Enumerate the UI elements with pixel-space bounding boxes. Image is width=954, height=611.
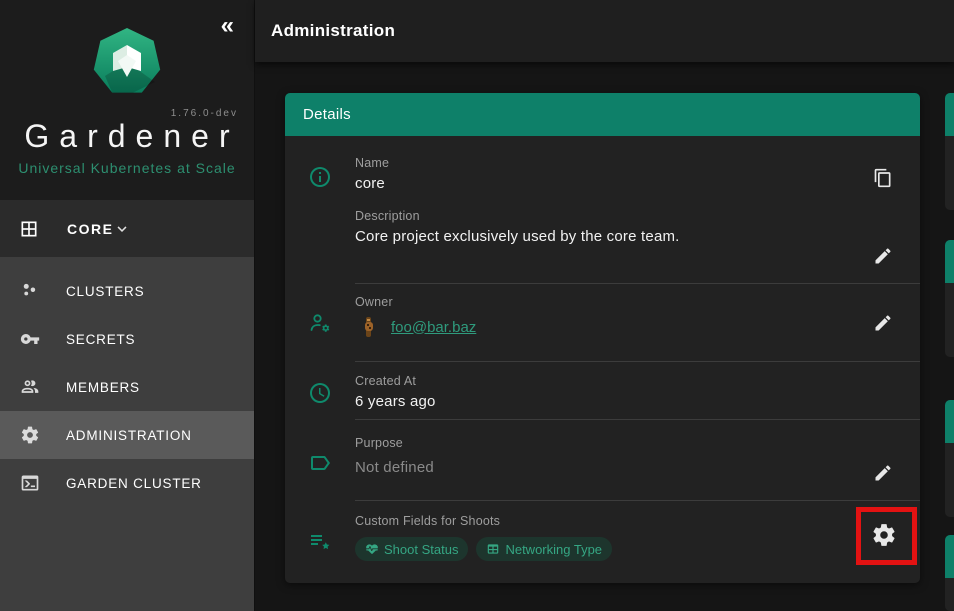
tag-icon: [285, 451, 355, 475]
topbar: Administration: [255, 0, 954, 62]
partial-card: [945, 93, 954, 210]
name-label: Name: [355, 156, 840, 170]
created-at-row: Created At 6 years ago: [285, 362, 920, 419]
configure-custom-fields-button[interactable]: [871, 521, 899, 549]
key-icon: [20, 329, 40, 349]
page-title: Administration: [271, 21, 395, 41]
manage-accounts-icon: [285, 311, 355, 335]
table-icon: [486, 542, 500, 556]
description-label: Description: [355, 209, 840, 223]
pencil-icon: [873, 313, 893, 333]
partial-card: [945, 535, 954, 611]
edit-description-button[interactable]: [873, 245, 895, 267]
details-card: Details Name core: [285, 93, 920, 583]
chip-label: Networking Type: [505, 542, 602, 557]
info-icon: [285, 165, 355, 189]
sidebar-item-members[interactable]: MEMBERS: [0, 363, 254, 411]
purpose-value: Not defined: [355, 459, 840, 476]
sidebar-item-clusters[interactable]: CLUSTERS: [0, 267, 254, 315]
brand-title: Gardener: [0, 118, 254, 155]
partial-card: [945, 240, 954, 357]
grid-icon: [19, 219, 39, 239]
app-window: « 1.76.0-dev Gardener Universal Kubernet…: [0, 0, 954, 611]
partial-card-header: [945, 240, 954, 283]
brand-tagline: Universal Kubernetes at Scale: [0, 160, 254, 176]
created-at-label: Created At: [355, 374, 840, 388]
gardener-logo: [91, 26, 163, 98]
sidebar-item-label: SECRETS: [66, 332, 135, 347]
project-name-label: CORE: [67, 221, 113, 237]
partial-card-body: [945, 136, 954, 210]
copy-icon: [873, 168, 893, 188]
purpose-label: Purpose: [355, 436, 840, 450]
sidebar-item-garden-cluster[interactable]: GARDEN CLUSTER: [0, 459, 254, 507]
partial-card-body: [945, 578, 954, 611]
brand-area: « 1.76.0-dev Gardener Universal Kubernet…: [0, 0, 254, 200]
main-area: Administration Details: [255, 0, 954, 611]
partial-card-body: [945, 443, 954, 517]
custom-fields-label: Custom Fields for Shoots: [355, 514, 840, 528]
partial-card-body: [945, 283, 954, 357]
description-value: Core project exclusively used by the cor…: [355, 228, 840, 245]
heart-pulse-icon: [365, 542, 379, 556]
chip-shoot-status[interactable]: Shoot Status: [355, 537, 468, 561]
partial-card-header: [945, 93, 954, 136]
content-area: Details Name core: [255, 62, 954, 611]
owner-email-link[interactable]: foo@bar.baz: [391, 319, 476, 336]
clock-icon: [285, 381, 355, 405]
sidebar-item-label: ADMINISTRATION: [66, 428, 192, 443]
playlist-star-icon: [285, 530, 355, 554]
sidebar-project-selector[interactable]: CORE: [0, 200, 254, 257]
pencil-icon: [873, 246, 893, 266]
partial-card-header: [945, 400, 954, 443]
sidebar-item-label: GARDEN CLUSTER: [66, 476, 202, 491]
owner-row: Owner foo@bar.baz: [285, 284, 920, 361]
sidebar: « 1.76.0-dev Gardener Universal Kubernet…: [0, 0, 255, 611]
custom-fields-row: Custom Fields for Shoots Shoot Status: [285, 501, 920, 583]
details-card-body: Name core Description Core project exclu…: [285, 136, 920, 583]
gear-icon: [20, 425, 40, 445]
collapse-sidebar-icon[interactable]: «: [221, 14, 234, 38]
chip-networking-type[interactable]: Networking Type: [476, 537, 612, 561]
sidebar-nav: CLUSTERS SECRETS MEMBERS: [0, 257, 254, 611]
terminal-icon: [20, 473, 40, 493]
edit-purpose-button[interactable]: [873, 462, 895, 484]
clusters-icon: [20, 281, 40, 301]
purpose-row: Purpose Not defined: [285, 420, 920, 500]
details-card-header: Details: [285, 93, 920, 136]
sidebar-item-secrets[interactable]: SECRETS: [0, 315, 254, 363]
edit-owner-button[interactable]: [873, 312, 895, 334]
name-value: core: [355, 175, 840, 192]
sidebar-item-label: MEMBERS: [66, 380, 140, 395]
partial-card: [945, 400, 954, 517]
created-at-value: 6 years ago: [355, 393, 840, 410]
owner-label: Owner: [355, 295, 840, 309]
sidebar-item-administration[interactable]: ADMINISTRATION: [0, 411, 254, 459]
pencil-icon: [873, 463, 893, 483]
copy-name-button[interactable]: [873, 167, 895, 189]
sidebar-item-label: CLUSTERS: [66, 284, 144, 299]
members-icon: [20, 377, 40, 397]
name-description-row: Name core Description Core project exclu…: [285, 136, 920, 283]
gear-icon: [871, 522, 897, 548]
partial-card-header: [945, 535, 954, 578]
owner-avatar: [361, 316, 377, 338]
chip-label: Shoot Status: [384, 542, 458, 557]
chevron-down-icon: [113, 220, 131, 238]
